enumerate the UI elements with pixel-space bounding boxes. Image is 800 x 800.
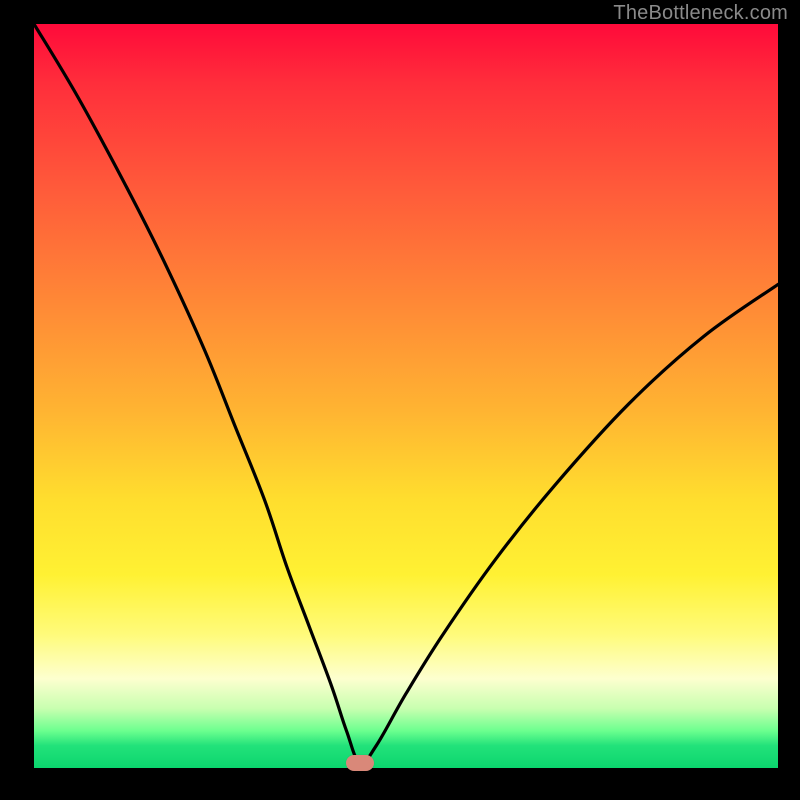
bottleneck-curve bbox=[34, 24, 778, 768]
curve-path bbox=[34, 24, 778, 763]
watermark-text: TheBottleneck.com bbox=[613, 2, 788, 25]
chart-frame: TheBottleneck.com bbox=[0, 0, 800, 800]
optimum-marker bbox=[346, 755, 374, 771]
plot-area bbox=[34, 24, 778, 768]
